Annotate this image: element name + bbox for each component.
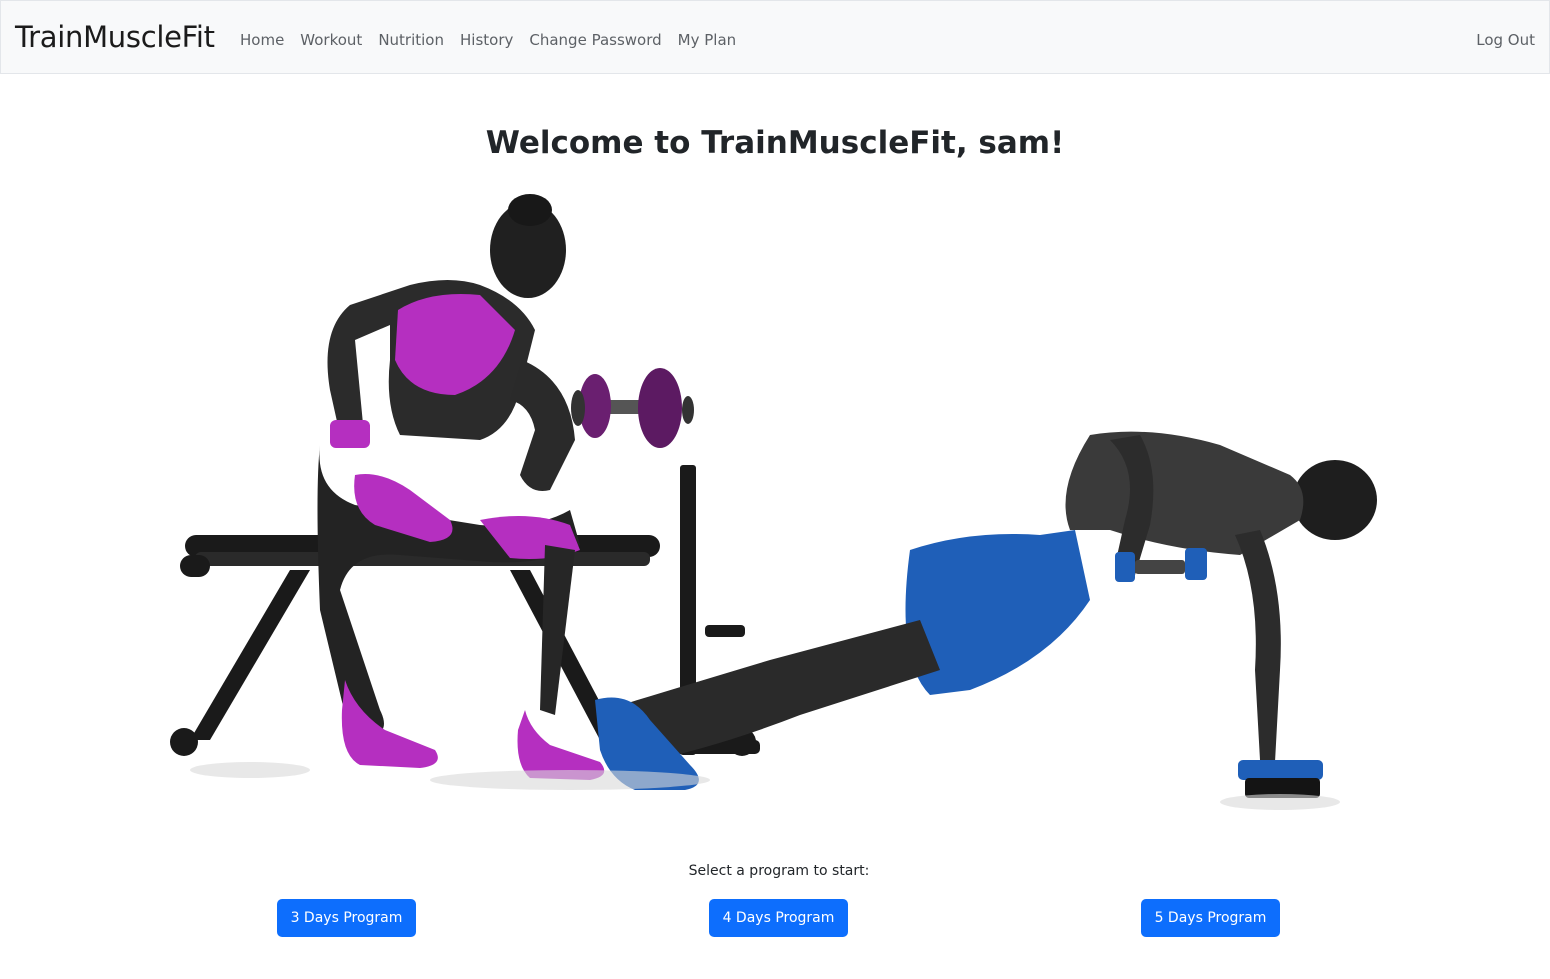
nav-link-workout[interactable]: Workout: [292, 29, 370, 51]
nav-link-nutrition[interactable]: Nutrition: [370, 29, 452, 51]
hero-fitness-image: [170, 194, 1377, 810]
man-silhouette: [595, 431, 1377, 798]
logout-link[interactable]: Log Out: [1476, 29, 1535, 51]
nav-link-home[interactable]: Home: [232, 29, 292, 51]
program-select-prompt: Select a program to start:: [688, 863, 870, 879]
welcome-title: Welcome to TrainMuscleFit, sam!: [485, 125, 1065, 161]
nav-link-history[interactable]: History: [452, 29, 521, 51]
three-days-program-button[interactable]: 3 Days Program: [277, 899, 416, 937]
nav-link-change-password[interactable]: Change Password: [521, 29, 669, 51]
four-days-program-button[interactable]: 4 Days Program: [709, 899, 848, 937]
top-navbar: TrainMuscleFit Home Workout Nutrition Hi…: [0, 0, 1550, 74]
floor-shadows: [190, 762, 1340, 810]
five-days-program-button[interactable]: 5 Days Program: [1141, 899, 1280, 937]
brand-logo-link[interactable]: TrainMuscleFit: [15, 18, 215, 56]
woman-silhouette: [317, 194, 694, 780]
nav-links: Home Workout Nutrition History Change Pa…: [232, 29, 744, 51]
nav-link-my-plan[interactable]: My Plan: [670, 29, 745, 51]
